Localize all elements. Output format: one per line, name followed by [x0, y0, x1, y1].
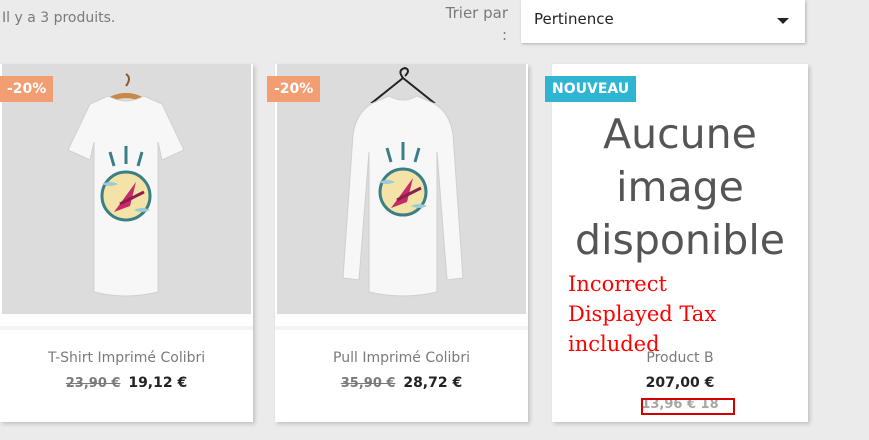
no-image-line: image — [616, 163, 744, 211]
no-image-line: Aucune — [603, 110, 757, 158]
sort-select-value: Pertinence — [534, 10, 614, 28]
new-badge: NOUVEAU — [545, 76, 637, 102]
regular-price: 23,90 € — [65, 376, 121, 391]
no-image-placeholder[interactable]: Aucune image disponible — [552, 108, 808, 267]
current-price: 19,12 € — [128, 375, 188, 391]
sort-label-text: Trier par — [445, 4, 508, 22]
product-name[interactable]: T-Shirt Imprimé Colibri — [0, 350, 253, 366]
no-image-line: disponible — [575, 216, 785, 264]
product-card[interactable]: Aucune image disponible NOUVEAU Incorrec… — [545, 64, 808, 422]
product-name[interactable]: Pull Imprimé Colibri — [275, 350, 528, 366]
product-prices: 35,90 € 28,72 € — [275, 375, 528, 391]
current-price: 207,00 € — [645, 375, 715, 391]
current-price: 28,72 € — [403, 375, 463, 391]
product-name[interactable]: Product B — [552, 350, 808, 366]
annotation-text: Incorrect Displayed Tax included — [568, 269, 808, 359]
product-card[interactable]: -20% T-Shirt Imprimé Colibri 23,90 € 19,… — [0, 64, 253, 422]
product-prices: 207,00 € — [552, 375, 808, 391]
product-prices: 23,90 € 19,12 € — [0, 375, 253, 391]
annotation-line: Incorrect — [568, 272, 667, 296]
discount-badge: -20% — [0, 76, 54, 102]
product-card[interactable]: -20% Pull Imprimé Colibri 35,90 € 28,72 … — [267, 64, 528, 422]
sort-label: Trier par : — [420, 2, 508, 46]
highlight-box — [641, 398, 735, 415]
card-divider — [0, 326, 253, 330]
product-count: Il y a 3 produits. — [2, 10, 116, 26]
card-divider — [275, 326, 528, 330]
caret-down-icon — [777, 18, 789, 24]
sort-label-colon: : — [502, 26, 508, 44]
regular-price: 35,90 € — [340, 376, 396, 391]
discount-badge: -20% — [267, 76, 321, 102]
sort-select[interactable]: Pertinence — [521, 0, 805, 43]
